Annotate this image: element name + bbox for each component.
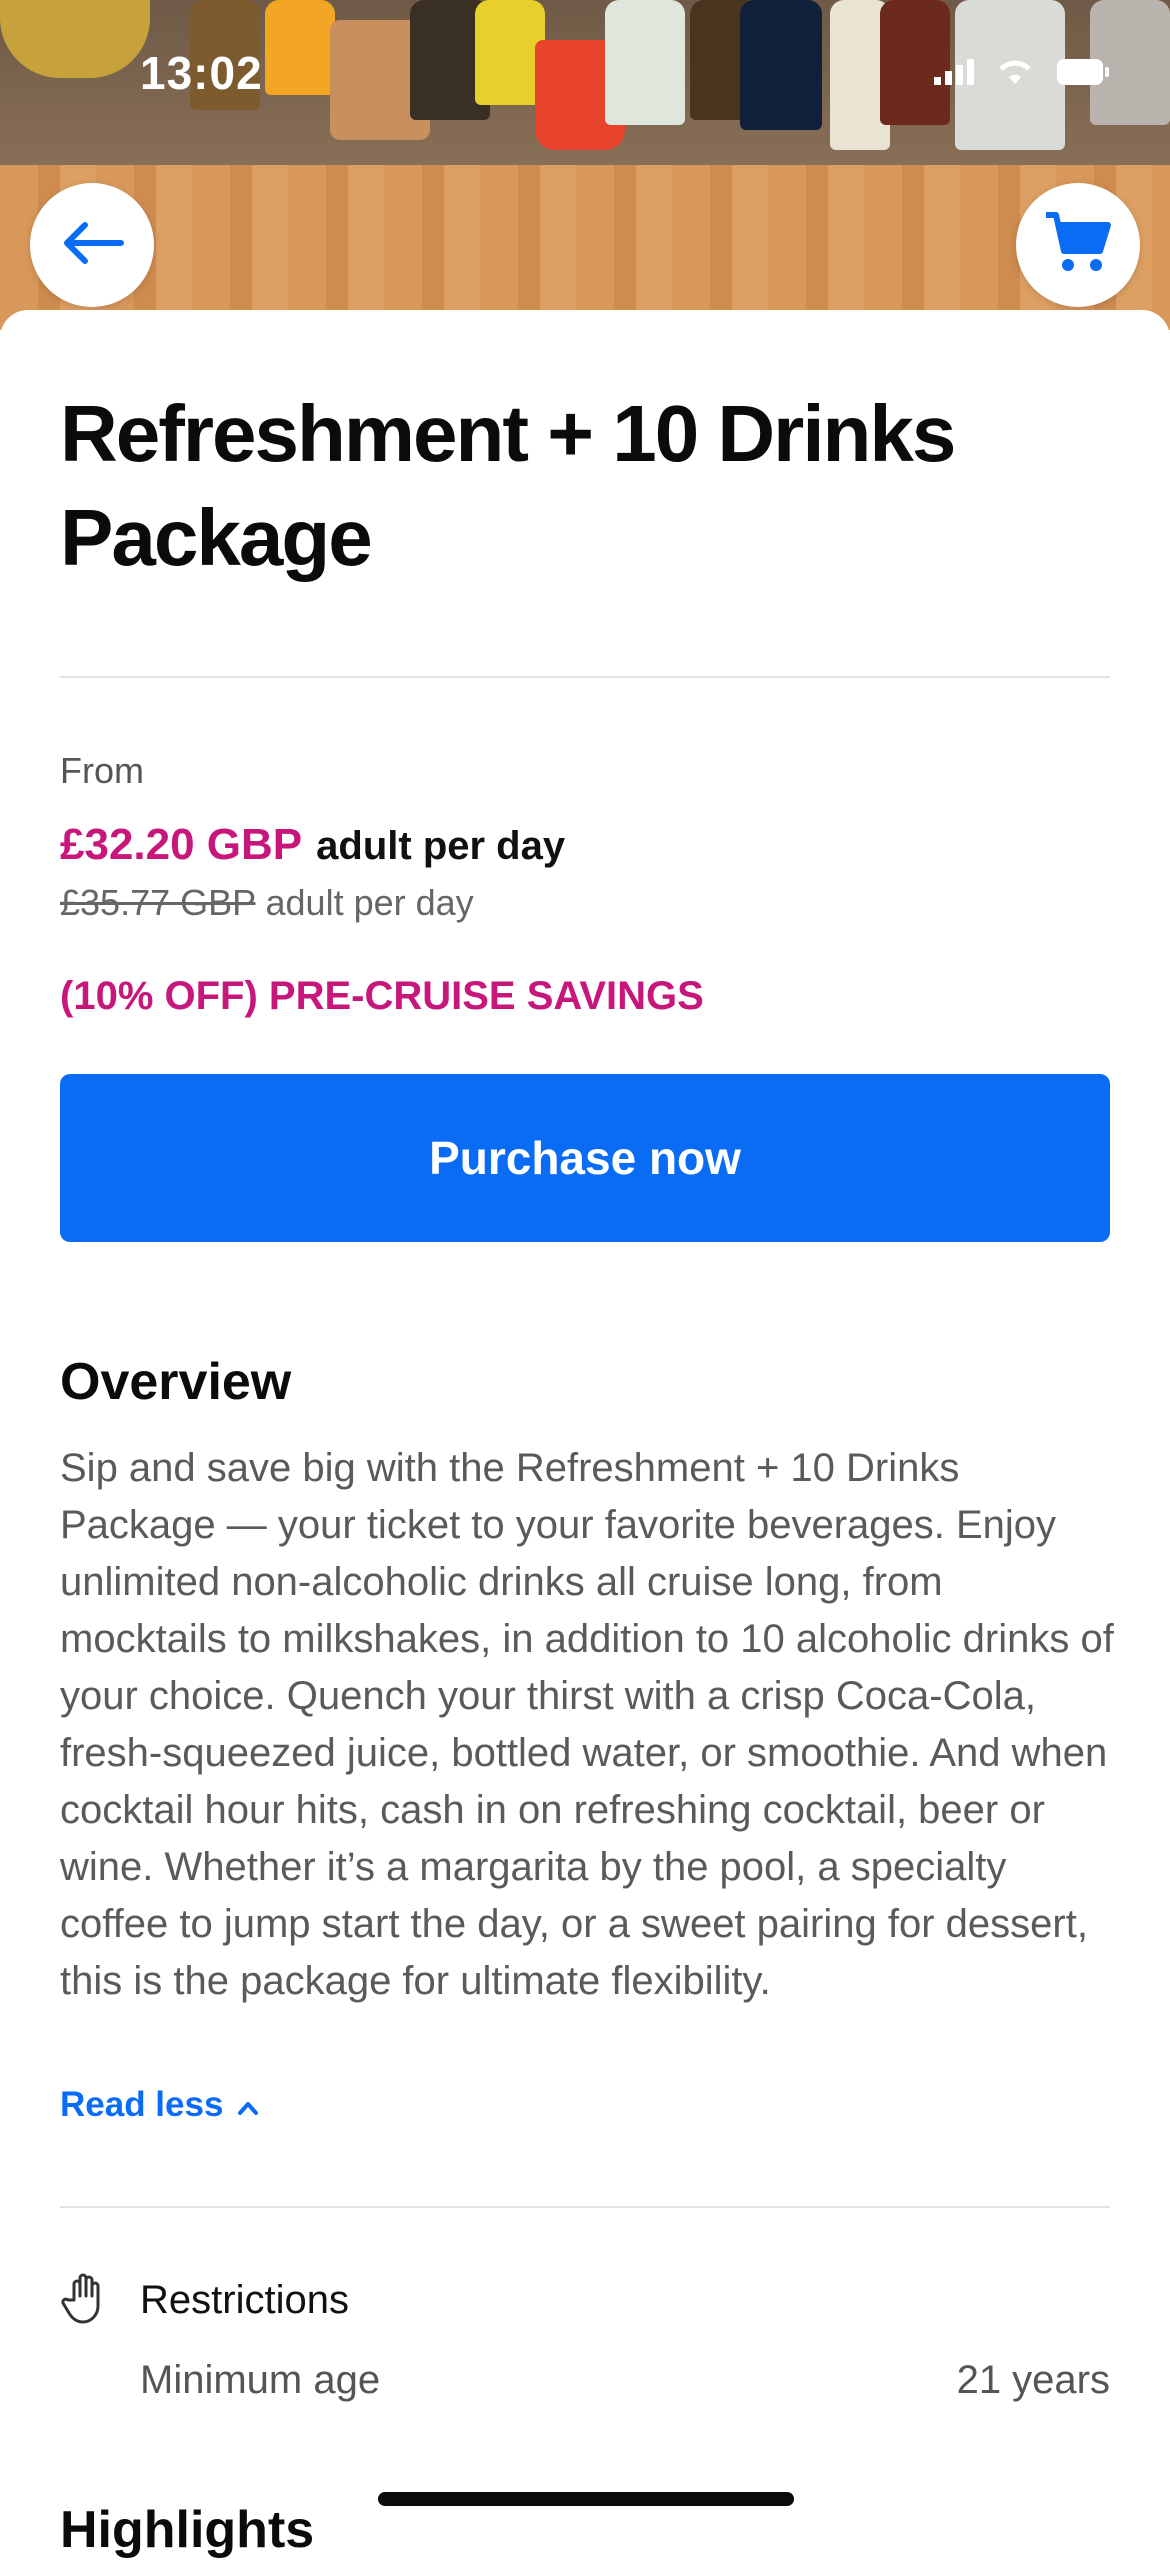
restrictions-heading: Restrictions	[140, 2278, 349, 2322]
signal-icon	[934, 59, 974, 90]
overview-text: Sip and save big with the Refreshment + …	[60, 1446, 1114, 2003]
cart-button[interactable]	[1016, 183, 1140, 307]
original-price-unit: adult per day	[265, 882, 474, 923]
home-indicator	[378, 2492, 794, 2506]
price-unit: adult per day	[316, 824, 566, 868]
chevron-up-icon	[237, 2085, 259, 2125]
status-time: 13:02	[140, 47, 263, 99]
product-card: Refreshment + 10 Drinks Package From £32…	[0, 310, 1170, 2559]
divider	[60, 676, 1110, 678]
hand-icon	[60, 2270, 116, 2331]
original-price-row: £35.77 GBP adult per day	[60, 882, 474, 924]
highlights-heading: Highlights	[60, 2501, 315, 2559]
arrow-left-icon	[57, 218, 127, 273]
divider	[60, 2206, 1110, 2208]
mojito-glass-shape	[605, 0, 685, 125]
from-label: From	[60, 750, 144, 791]
hero-counter	[0, 165, 1170, 330]
purchase-button[interactable]: Purchase now	[60, 1074, 1110, 1242]
beer-bottle-shape	[740, 0, 822, 130]
restriction-label: Minimum age	[140, 2358, 381, 2402]
status-icons	[934, 58, 1110, 91]
savings-badge: (10% OFF) PRE-CRUISE SAVINGS	[60, 974, 704, 1018]
wifi-icon	[996, 58, 1034, 91]
cart-icon	[1044, 211, 1112, 280]
overview-heading: Overview	[60, 1353, 292, 1411]
page-title: Refreshment + 10 Drinks Package	[60, 389, 956, 582]
juice-glass-shape	[265, 0, 335, 95]
original-price: £35.77 GBP	[60, 882, 256, 923]
hero-image: 13:02	[0, 0, 1170, 330]
back-button[interactable]	[30, 183, 154, 307]
battery-icon	[1056, 58, 1110, 91]
restriction-value: 21 years	[956, 2358, 1110, 2402]
read-less-link[interactable]: Read less	[60, 2085, 259, 2125]
price-row: £32.20 GBP adult per day	[60, 820, 565, 870]
current-price: £32.20 GBP	[60, 820, 303, 869]
restrictions-header: Restrictions	[60, 2270, 349, 2331]
read-less-label: Read less	[60, 2085, 224, 2124]
